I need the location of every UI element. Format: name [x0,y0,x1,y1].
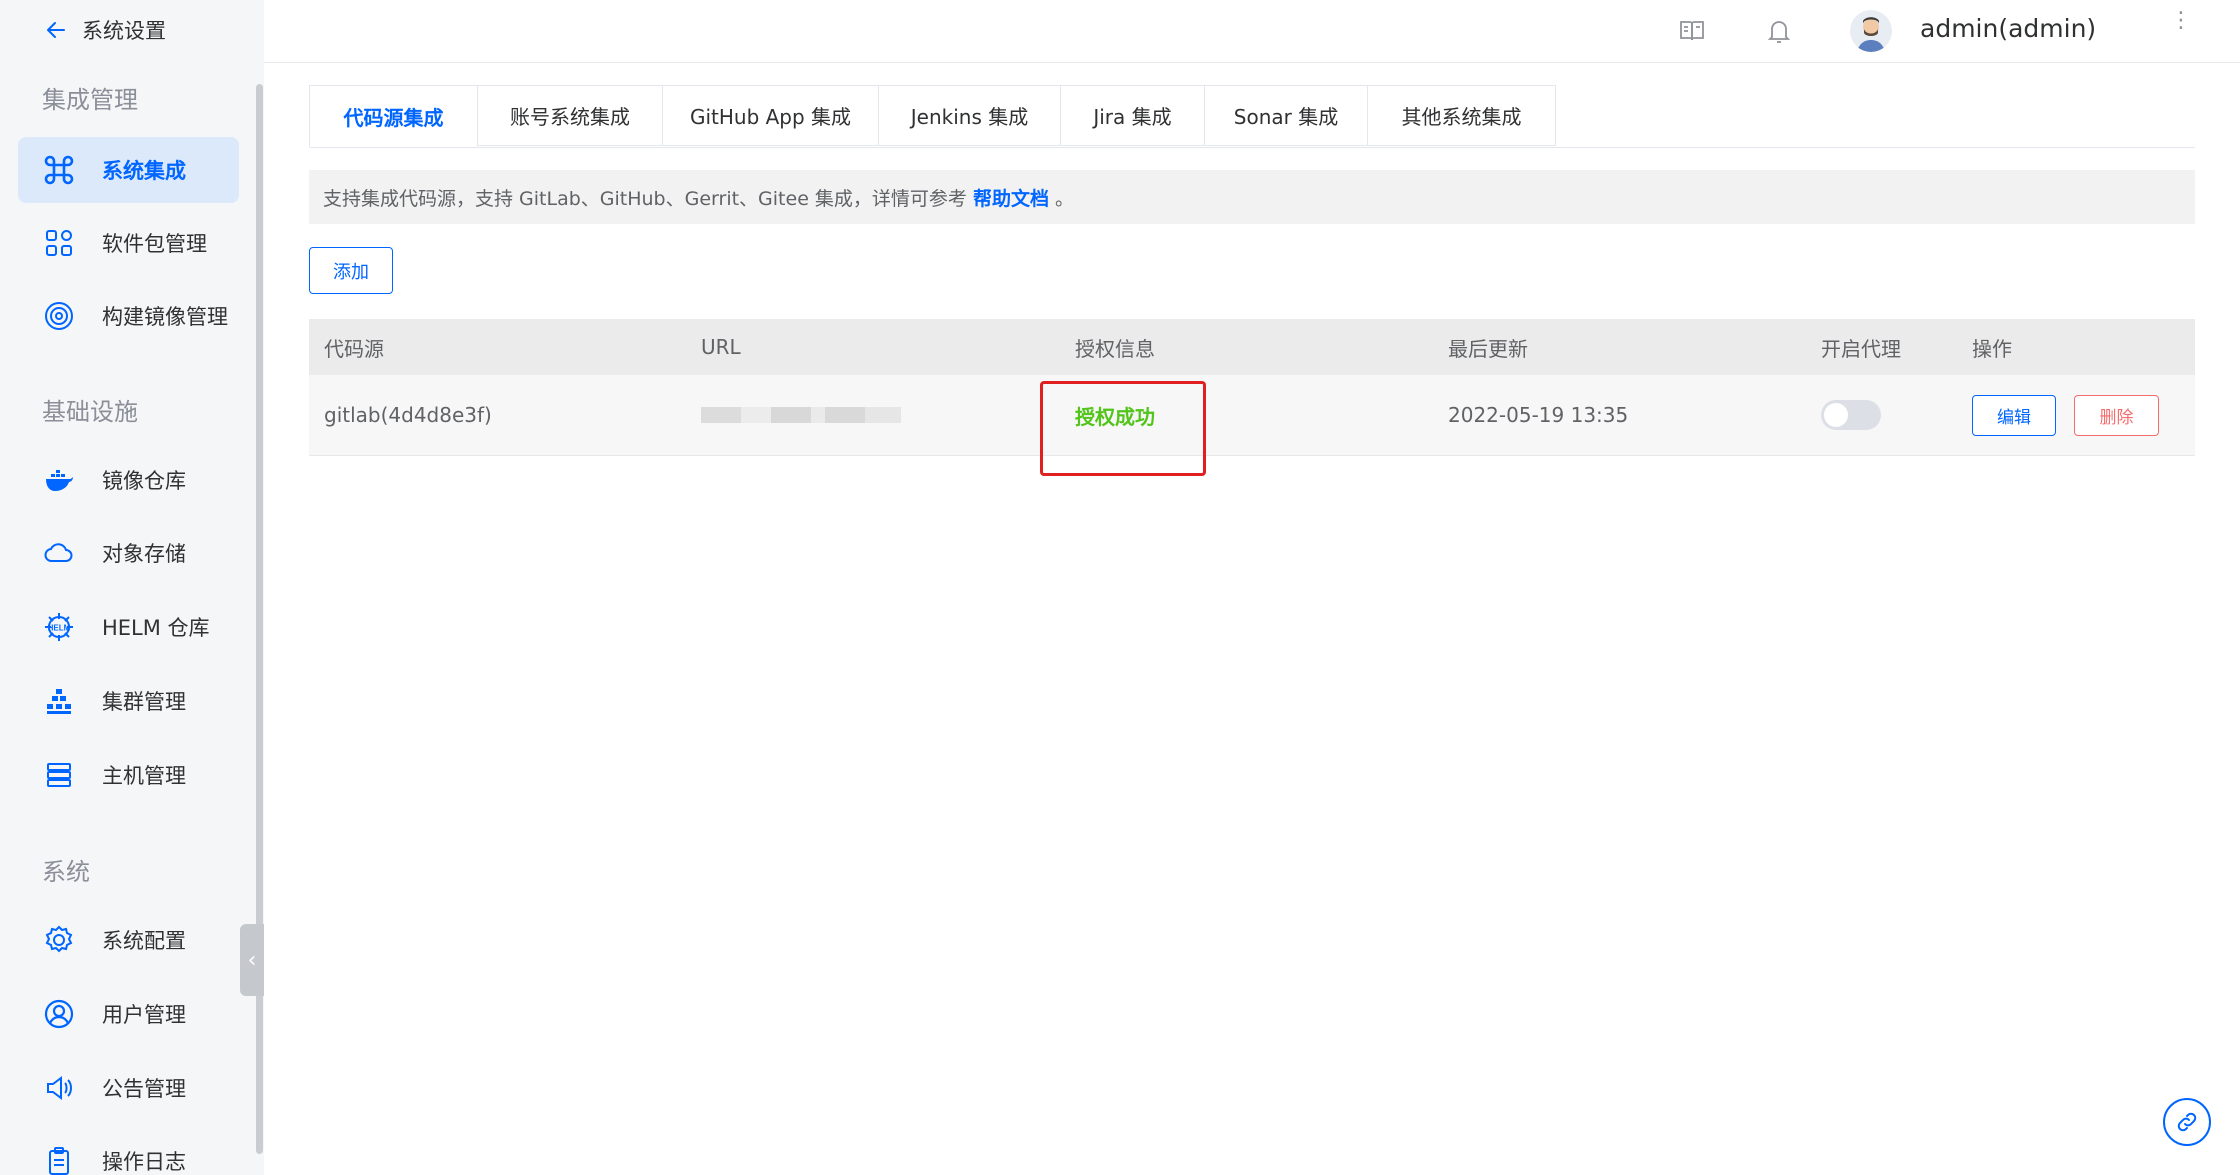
add-button[interactable]: 添加 [309,247,393,294]
chevron-left-icon: ‹ [247,947,257,973]
bell-icon[interactable] [1762,14,1796,48]
cell-updated: 2022-05-19 13:35 [1448,403,1629,427]
delete-button[interactable]: 删除 [2074,395,2159,436]
tab-sonar[interactable]: Sonar 集成 [1205,85,1368,146]
proxy-toggle[interactable] [1821,400,1881,430]
sidebar-item-operation-logs[interactable]: 操作日志 [18,1128,239,1175]
back-to-settings[interactable]: 系统设置 [44,12,166,48]
col-actions: 操作 [1972,336,2012,361]
edit-button[interactable]: 编辑 [1972,395,2056,436]
tab-jira[interactable]: Jira 集成 [1061,85,1205,146]
cell-url-redacted [701,375,901,455]
section-integration: 集成管理 [42,86,138,114]
col-updated: 最后更新 [1448,336,1528,361]
back-label: 系统设置 [82,19,166,43]
table-header: 代码源 URL 授权信息 最后更新 开启代理 操作 [309,319,2195,375]
link-float-button[interactable] [2163,1098,2211,1146]
url-blur [701,407,901,423]
sidebar-item-image-registry[interactable]: 镜像仓库 [18,447,239,513]
apps-grid-icon [42,226,76,260]
help-doc-link[interactable]: 帮助文档 [973,184,1049,211]
sidebar-item-label: 主机管理 [102,764,186,788]
arrow-left-icon [47,22,65,38]
section-system: 系统 [42,858,90,886]
info-text: 支持集成代码源，支持 GitLab、GitHub、Gerrit、Gitee 集成… [323,187,967,210]
sidebar-item-label: 用户管理 [102,1003,186,1027]
col-proxy: 开启代理 [1821,336,1901,361]
speaker-icon [42,1071,76,1105]
col-url: URL [701,335,741,359]
cloud-icon [42,536,76,570]
info-tail: 。 [1054,187,1074,210]
more-vertical-icon[interactable]: ⋮ [2170,10,2192,32]
tab-account-system[interactable]: 账号系统集成 [478,85,663,146]
tab-code-source[interactable]: 代码源集成 [309,85,478,147]
section-infrastructure: 基础设施 [42,398,138,426]
tab-other-systems[interactable]: 其他系统集成 [1368,85,1556,146]
user-icon [42,997,76,1031]
table-row: gitlab(4d4d8e3f) 授权成功 2022-05-19 13:35 编… [309,375,2195,456]
link-icon [2177,1112,2197,1132]
sidebar: 系统设置 集成管理 系统集成 软件包管理 构建镜像管理 基础设施 镜像仓库 对象… [0,0,264,1175]
cell-source: gitlab(4d4d8e3f) [324,403,492,427]
server-icon [42,758,76,792]
sidebar-item-clusters[interactable]: 集群管理 [18,668,239,734]
sidebar-item-label: HELM 仓库 [102,616,210,640]
sidebar-item-label: 操作日志 [102,1150,186,1174]
toggle-knob [1824,403,1848,427]
tab-jenkins[interactable]: Jenkins 集成 [879,85,1061,146]
sidebar-item-hosts[interactable]: 主机管理 [18,742,239,808]
clipboard-icon [42,1144,76,1175]
col-source: 代码源 [324,336,384,361]
annotation-highlight-box [1040,381,1206,476]
username[interactable]: admin(admin) [1920,14,2096,43]
sidebar-item-system-integration[interactable]: 系统集成 [18,137,239,203]
sidebar-item-helm-repo[interactable]: HELM HELM 仓库 [18,594,239,660]
helm-icon: HELM [42,610,76,644]
target-icon [42,299,76,333]
code-source-table: 代码源 URL 授权信息 最后更新 开启代理 操作 gitlab(4d4d8e3… [309,319,2195,456]
sidebar-item-users[interactable]: 用户管理 [18,981,239,1047]
sidebar-item-label: 公告管理 [102,1077,186,1101]
info-banner: 支持集成代码源，支持 GitLab、GitHub、Gerrit、Gitee 集成… [309,170,2195,224]
sidebar-item-packages[interactable]: 软件包管理 [18,210,239,276]
avatar[interactable] [1850,10,1892,52]
sidebar-item-label: 软件包管理 [102,232,207,256]
sidebar-item-label: 集群管理 [102,690,186,714]
sidebar-item-label: 系统配置 [102,929,186,953]
tab-github-app[interactable]: GitHub App 集成 [663,85,879,146]
cell-proxy [1821,375,1881,455]
sidebar-item-label: 镜像仓库 [102,469,186,493]
collapse-sidebar-button[interactable]: ‹ [240,924,264,996]
integration-tabs: 代码源集成 账号系统集成 GitHub App 集成 Jenkins 集成 Ji… [309,85,2195,148]
docs-book-icon[interactable] [1675,14,1709,48]
col-auth: 授权信息 [1075,336,1155,361]
command-icon [42,153,76,187]
sidebar-item-announcements[interactable]: 公告管理 [18,1055,239,1121]
svg-text:HELM: HELM [48,624,71,633]
sidebar-item-label: 构建镜像管理 [102,305,228,329]
sidebar-item-system-config[interactable]: 系统配置 [18,907,239,973]
gear-icon [42,923,76,957]
sidebar-item-label: 对象存储 [102,542,186,566]
sidebar-item-object-storage[interactable]: 对象存储 [18,520,239,586]
cluster-icon [42,684,76,718]
sidebar-item-label: 系统集成 [102,159,186,183]
docker-icon [42,463,76,497]
sidebar-item-build-images[interactable]: 构建镜像管理 [18,283,239,349]
